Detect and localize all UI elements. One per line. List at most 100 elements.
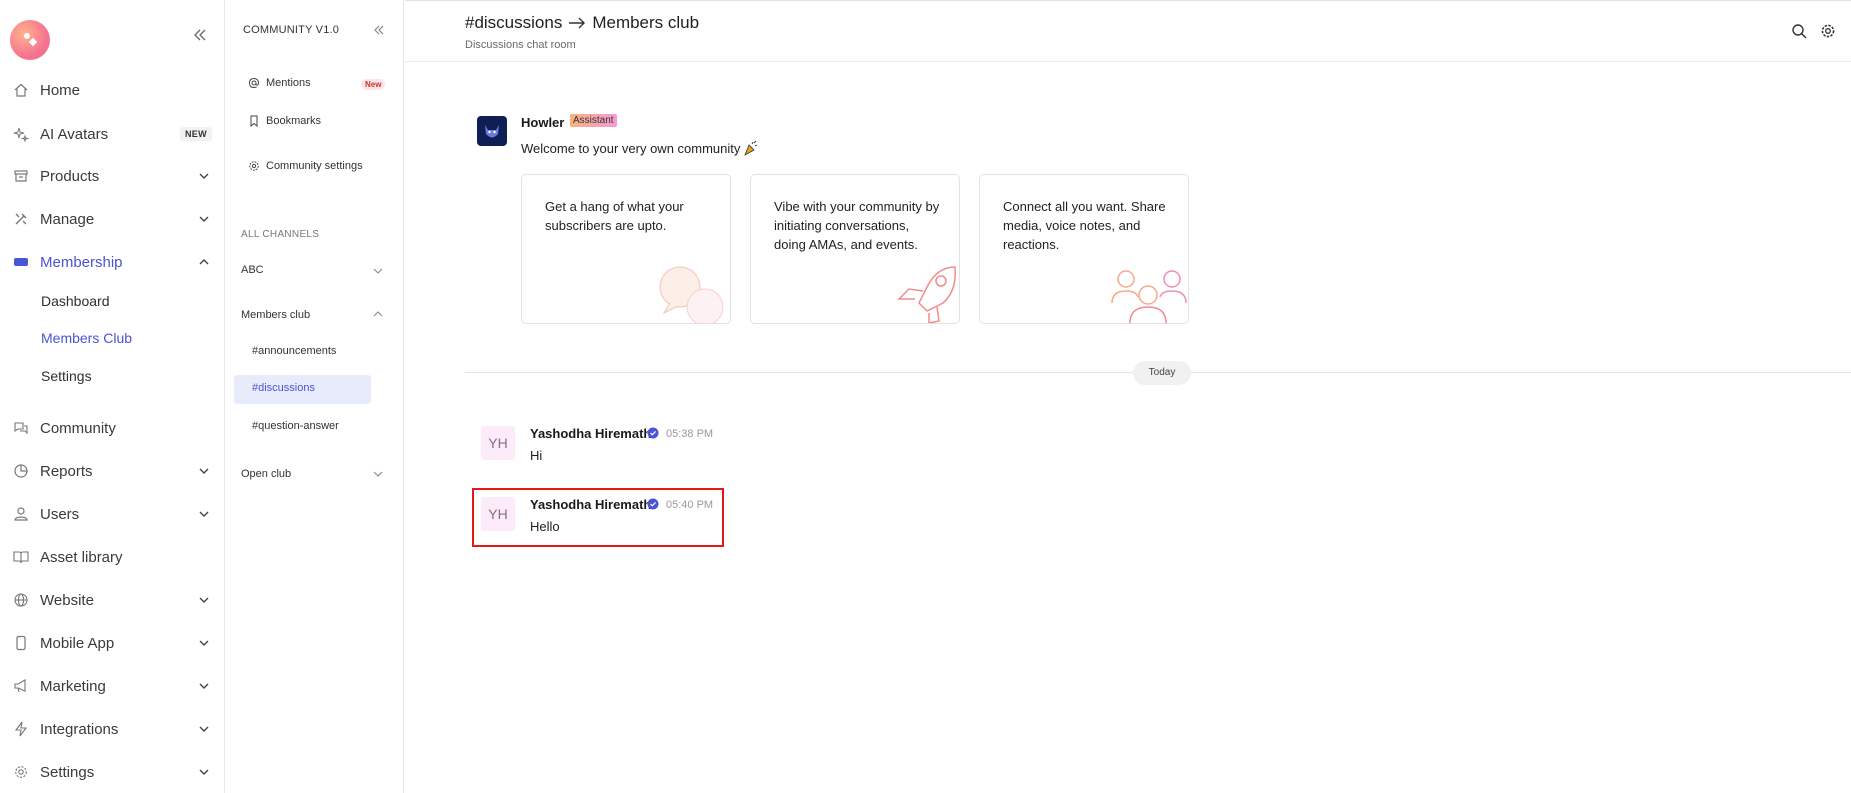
page-subtitle: Discussions chat room bbox=[465, 39, 576, 51]
at-icon bbox=[248, 77, 260, 89]
gear-icon bbox=[249, 161, 259, 171]
gear-icon[interactable] bbox=[1820, 23, 1836, 39]
chevron-down-icon bbox=[199, 511, 209, 517]
archive-icon bbox=[14, 170, 28, 182]
channel-discussions[interactable]: #discussions bbox=[252, 382, 315, 394]
nav-home[interactable]: Home bbox=[0, 72, 225, 108]
assistant-tag: Assistant bbox=[570, 114, 617, 127]
nav-marketing-label: Marketing bbox=[40, 677, 106, 695]
mentions-label: Mentions bbox=[266, 77, 311, 89]
intro-card-conversations[interactable]: Vibe with your community by initiating c… bbox=[750, 174, 960, 324]
home-icon bbox=[14, 83, 28, 97]
nav-community-label: Community bbox=[40, 419, 116, 437]
nav-users[interactable]: Users bbox=[0, 496, 225, 532]
avatar[interactable]: YH bbox=[481, 426, 515, 460]
gear-icon bbox=[15, 766, 27, 778]
bookmarks-item[interactable]: Bookmarks bbox=[248, 115, 321, 127]
nav-settings-label: Settings bbox=[40, 763, 95, 781]
breadcrumb-club[interactable]: Members club bbox=[592, 13, 699, 33]
nav-users-label: Users bbox=[40, 505, 80, 523]
welcome-message: Welcome to your very own community bbox=[521, 140, 759, 156]
channel-announcements[interactable]: #announcements bbox=[252, 345, 336, 357]
nav-marketing[interactable]: Marketing bbox=[0, 668, 225, 704]
chevron-down-icon[interactable] bbox=[372, 468, 384, 480]
group-members-club[interactable]: Members club bbox=[241, 309, 310, 321]
chevron-down-icon bbox=[199, 173, 209, 179]
community-settings-item[interactable]: Community settings bbox=[248, 160, 363, 172]
nav-asset-library[interactable]: Asset library bbox=[0, 539, 225, 575]
breadcrumb-channel[interactable]: #discussions bbox=[465, 13, 562, 33]
mentions-new-badge: New bbox=[361, 79, 386, 90]
app-logo[interactable] bbox=[10, 20, 50, 60]
sub-settings[interactable]: Settings bbox=[41, 368, 92, 384]
selection-highlight bbox=[472, 488, 724, 547]
collapse-sidebar-icon[interactable] bbox=[192, 27, 208, 43]
chevron-down-icon bbox=[199, 769, 209, 775]
nav-manage-label: Manage bbox=[40, 210, 95, 228]
people-group-illustration-icon bbox=[1111, 270, 1187, 323]
rocket-illustration-icon bbox=[897, 266, 956, 323]
assistant-name: Howler bbox=[521, 115, 565, 130]
nav-mobile-app-label: Mobile App bbox=[40, 634, 115, 652]
message-item[interactable]: YH Yashodha Hiremath 05:38 PM Hi bbox=[481, 424, 741, 474]
nav-website[interactable]: Website bbox=[0, 582, 225, 618]
membership-card-icon bbox=[14, 258, 28, 266]
chevron-down-icon[interactable] bbox=[372, 265, 384, 277]
chevron-down-icon bbox=[199, 726, 209, 732]
mentions-item[interactable]: Mentions bbox=[248, 77, 311, 89]
group-abc[interactable]: ABC bbox=[241, 264, 264, 276]
nav-integrations[interactable]: Integrations bbox=[0, 711, 225, 747]
intro-card-connect[interactable]: Connect all you want. Share media, voice… bbox=[979, 174, 1189, 324]
bookmarks-label: Bookmarks bbox=[266, 115, 322, 127]
message-text: Hi bbox=[530, 448, 543, 463]
nav-reports[interactable]: Reports bbox=[0, 453, 225, 489]
group-open-club[interactable]: Open club bbox=[241, 468, 291, 480]
chevron-down-icon bbox=[199, 640, 209, 646]
user-icon bbox=[14, 507, 28, 521]
intro-card-subscribers[interactable]: Get a hang of what your subscribers are … bbox=[521, 174, 731, 324]
pie-chart-icon bbox=[14, 464, 28, 478]
community-title: COMMUNITY V1.0 bbox=[243, 24, 340, 36]
lightning-icon bbox=[14, 721, 28, 737]
message-author[interactable]: Yashodha Hiremath bbox=[530, 426, 651, 441]
assistant-avatar bbox=[477, 116, 507, 146]
sub-members-club[interactable]: Members Club bbox=[41, 330, 132, 346]
nav-settings[interactable]: Settings bbox=[0, 754, 225, 790]
channel-question-answer[interactable]: #question-answer bbox=[252, 420, 339, 432]
megaphone-icon bbox=[14, 679, 26, 693]
chat-main: #discussions Members club Discussions ch… bbox=[405, 0, 1851, 793]
nav-membership[interactable]: Membership bbox=[0, 244, 225, 280]
nav-manage[interactable]: Manage bbox=[0, 201, 225, 237]
wolf-icon bbox=[485, 125, 499, 138]
globe-icon bbox=[14, 593, 28, 607]
nav-ai-avatars[interactable]: AI Avatars NEW bbox=[0, 116, 225, 152]
nav-products[interactable]: Products bbox=[0, 158, 225, 194]
chevron-down-icon bbox=[199, 216, 209, 222]
main-sidebar: Home AI Avatars NEW Products Manage Memb… bbox=[0, 0, 225, 793]
chat-bubbles-illustration-icon bbox=[659, 266, 724, 323]
sub-dashboard[interactable]: Dashboard bbox=[41, 293, 110, 309]
party-popper-icon bbox=[744, 140, 758, 156]
nav-mobile-app[interactable]: Mobile App bbox=[0, 625, 225, 661]
community-settings-label: Community settings bbox=[266, 160, 363, 172]
search-icon[interactable] bbox=[1791, 23, 1807, 39]
nav-integrations-label: Integrations bbox=[40, 720, 119, 738]
logo-mark-icon bbox=[24, 33, 38, 47]
chevron-down-icon bbox=[199, 683, 209, 689]
day-label: Today bbox=[1133, 361, 1191, 385]
chevron-up-icon bbox=[199, 259, 209, 265]
chevron-up-icon[interactable] bbox=[372, 308, 384, 320]
nav-home-label: Home bbox=[40, 81, 81, 99]
chevron-down-icon bbox=[199, 468, 209, 474]
intro-card-text: Connect all you want. Share media, voice… bbox=[1003, 199, 1166, 252]
nav-community[interactable]: Community bbox=[0, 410, 225, 446]
community-sidebar: COMMUNITY V1.0 Mentions New Bookmarks Co… bbox=[226, 0, 404, 793]
nav-website-label: Website bbox=[40, 591, 94, 609]
sparkle-icon bbox=[13, 127, 29, 142]
nav-products-label: Products bbox=[40, 167, 100, 185]
tools-icon bbox=[15, 213, 27, 225]
bookmark-icon bbox=[250, 115, 258, 127]
nav-reports-label: Reports bbox=[40, 462, 93, 480]
collapse-community-icon[interactable] bbox=[372, 23, 386, 37]
intro-card-text: Get a hang of what your subscribers are … bbox=[545, 199, 684, 233]
